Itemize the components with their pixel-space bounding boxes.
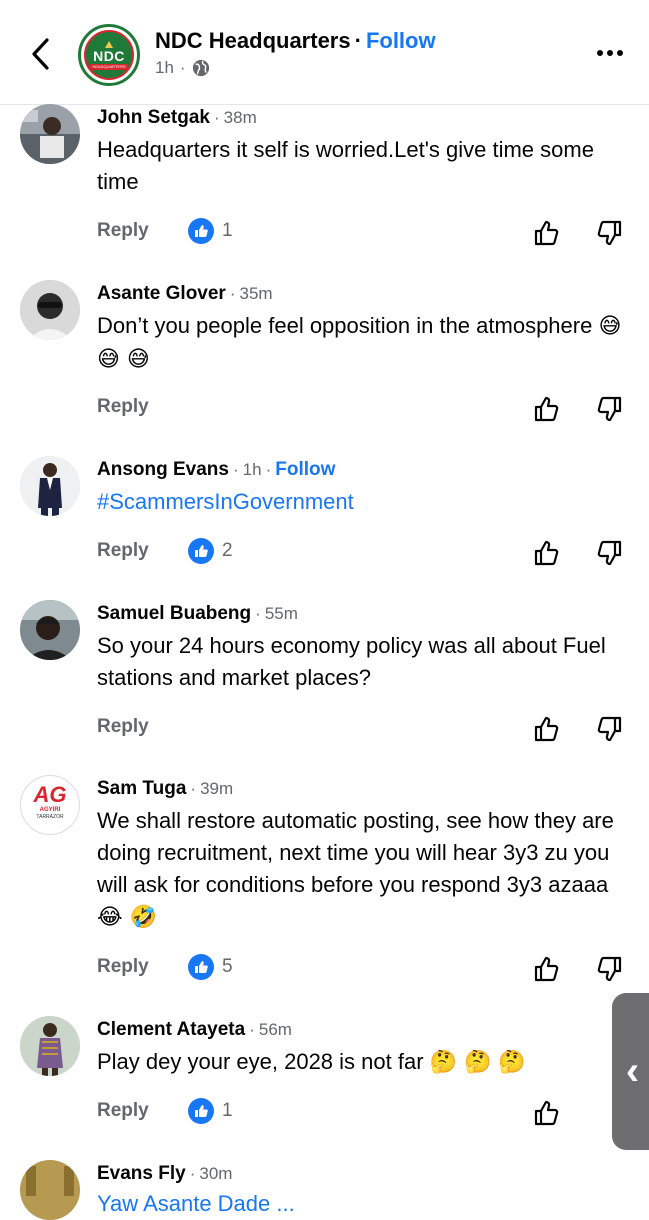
chevron-left-icon: ‹ — [625, 1049, 640, 1093]
comment-body: Samuel Buabeng · 55m So your 24 hours econ… — [97, 602, 637, 694]
like-count[interactable]: 1 — [188, 1098, 233, 1124]
comment-body: Evans Fly · 30m — [97, 1163, 233, 1184]
comment-text: Don’t you people feel opposition in the … — [97, 313, 622, 372]
comment-time: 38m — [223, 108, 257, 127]
comment-time: 55m — [264, 604, 298, 623]
avatar[interactable] — [20, 1016, 80, 1076]
comment-actions: Reply 5 — [97, 954, 649, 984]
downvote-icon[interactable] — [594, 714, 624, 744]
avatar[interactable] — [20, 600, 80, 660]
more-options-button[interactable] — [592, 38, 628, 68]
upvote-icon[interactable] — [532, 954, 562, 984]
downvote-icon[interactable] — [594, 538, 624, 568]
reply-button[interactable]: Reply — [97, 956, 149, 978]
chevron-left-icon — [32, 38, 49, 70]
comment-text: So your 24 hours economy policy was all … — [97, 633, 606, 690]
comment-body: Asante Glover · 35m Don’t you people feel … — [97, 282, 637, 376]
avatar[interactable] — [20, 456, 80, 516]
downvote-icon[interactable] — [594, 218, 624, 248]
comment-time: 1h — [242, 460, 262, 479]
downvote-icon[interactable] — [594, 394, 624, 424]
post-time: 1h — [155, 58, 174, 77]
like-icon — [188, 218, 214, 244]
post-header: NDC HEADQUARTERS NDC Headquarters · Follow… — [0, 0, 649, 105]
upvote-icon[interactable] — [532, 218, 562, 248]
comment-actions: Reply 2 — [97, 538, 649, 568]
like-icon — [188, 954, 214, 980]
comment-text: Play dey your eye, 2028 is not far 🤔 🤔 🤔 — [97, 1049, 526, 1075]
page-title-line: NDC Headquarters · Follow — [155, 28, 436, 53]
comment-author[interactable]: John Setgak — [97, 107, 210, 128]
more-dot-icon — [597, 50, 603, 56]
comment-body: Ansong Evans · 1h · Follow #ScammersInGovern… — [97, 458, 637, 518]
comment-time: 30m — [199, 1164, 233, 1183]
agyiri-logo: AG AGYIRI TARRAZOR — [33, 782, 67, 821]
comment-time: 39m — [200, 779, 234, 798]
comment-text: Yaw Asante Dade ... — [97, 1191, 295, 1216]
ndc-logo: NDC HEADQUARTERS — [84, 30, 134, 80]
like-count[interactable]: 1 — [188, 218, 233, 244]
comment-text: Headquarters it self is worried.Let's gi… — [97, 137, 594, 194]
comment-body: Sam Tuga · 39m We shall restore automatic … — [97, 777, 637, 934]
page-avatar[interactable]: NDC HEADQUARTERS — [78, 24, 140, 86]
upvote-icon[interactable] — [532, 538, 562, 568]
laughing-emoji: 😂 🤣 — [97, 905, 158, 930]
comment-actions: Reply — [97, 714, 649, 744]
comment-actions: Reply — [97, 394, 649, 424]
upvote-icon[interactable] — [532, 1098, 562, 1128]
like-icon — [188, 538, 214, 564]
avatar[interactable]: AG AGYIRI TARRAZOR — [20, 775, 80, 835]
comment-time: 35m — [239, 284, 273, 303]
globe-icon — [192, 59, 209, 77]
avatar[interactable] — [20, 1160, 80, 1220]
hashtag-link[interactable]: #ScammersInGovernment — [97, 486, 637, 518]
comment-actions: Reply 1 — [97, 1098, 649, 1128]
downvote-icon[interactable] — [594, 954, 624, 984]
comment-author[interactable]: Samuel Buabeng — [97, 603, 251, 624]
comment-author[interactable]: Clement Atayeta — [97, 1019, 245, 1040]
upvote-icon[interactable] — [532, 394, 562, 424]
avatar[interactable] — [20, 280, 80, 340]
avatar[interactable] — [20, 104, 80, 164]
comment-time: 56m — [258, 1020, 292, 1039]
reply-button[interactable]: Reply — [97, 220, 149, 242]
comment-author[interactable]: Sam Tuga — [97, 778, 186, 799]
comment-author[interactable]: Ansong Evans — [97, 459, 229, 480]
comment-author[interactable]: Evans Fly — [97, 1163, 186, 1184]
reply-button[interactable]: Reply — [97, 716, 149, 738]
reply-button[interactable]: Reply — [97, 396, 149, 418]
side-panel-handle[interactable]: ‹ — [612, 993, 649, 1150]
like-count[interactable]: 5 — [188, 954, 233, 980]
reply-button[interactable]: Reply — [97, 1100, 149, 1122]
like-icon — [188, 1098, 214, 1124]
thinking-emoji: 🤔 🤔 🤔 — [429, 1050, 526, 1075]
post-meta: 1h · — [155, 58, 210, 78]
comment-body: John Setgak · 38m Headquarters it self is … — [97, 106, 637, 198]
comment-author[interactable]: Asante Glover — [97, 283, 226, 304]
back-button[interactable] — [26, 34, 54, 74]
like-count[interactable]: 2 — [188, 538, 233, 564]
page-name[interactable]: NDC Headquarters — [155, 28, 351, 53]
comment-actions: Reply 1 — [97, 218, 649, 248]
follow-page-button[interactable]: Follow — [366, 28, 436, 53]
reply-button[interactable]: Reply — [97, 540, 149, 562]
upvote-icon[interactable] — [532, 714, 562, 744]
comment-body: Clement Atayeta · 56m Play dey your eye, 2… — [97, 1018, 637, 1079]
follow-user-button[interactable]: Follow — [275, 459, 335, 480]
comment-text: We shall restore automatic posting, see … — [97, 808, 614, 930]
